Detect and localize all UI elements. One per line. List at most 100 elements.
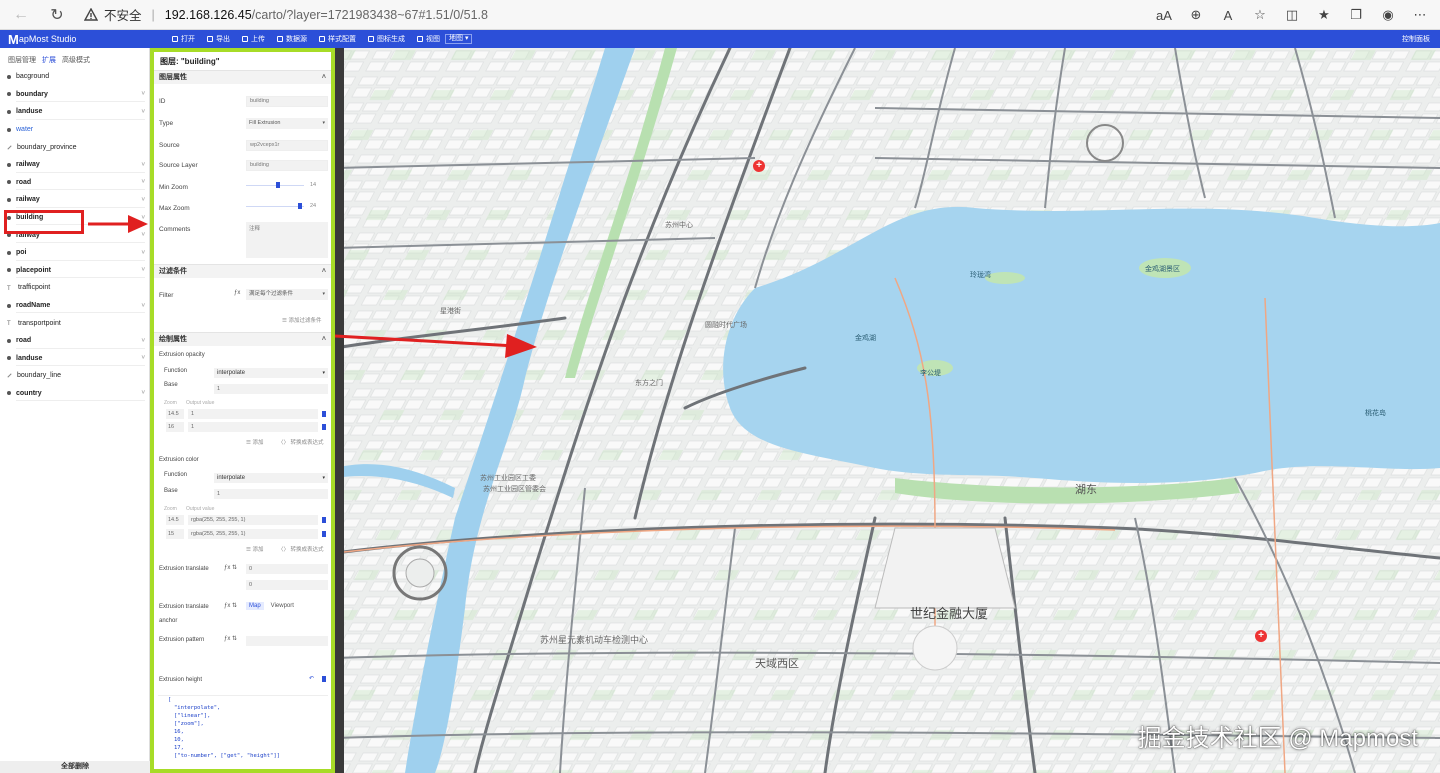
opacity-base-input[interactable]: 1 <box>214 384 328 394</box>
comments-textarea[interactable]: 注释 <box>246 222 328 258</box>
collections-icon[interactable]: ❐ <box>1342 2 1370 28</box>
filter-select[interactable]: 满足每个过滤条件 ▾ <box>246 289 328 300</box>
min-zoom-slider[interactable] <box>246 185 304 186</box>
trash-icon[interactable] <box>322 531 326 537</box>
layer-item[interactable]: water <box>0 121 149 139</box>
anchor-viewport-button[interactable]: Viewport <box>268 602 297 610</box>
layer-item[interactable]: roadName ˅ <box>0 297 149 315</box>
section-filter[interactable]: 过滤条件 ˄ <box>154 264 331 278</box>
layer-item[interactable]: boundary_line <box>0 367 149 385</box>
tab-layer-management[interactable]: 图层管理 <box>8 55 36 66</box>
panel-divider[interactable] <box>335 48 344 773</box>
layer-item[interactable]: boundary ˅ <box>0 86 149 104</box>
delete-all-button[interactable]: 全部删除 <box>0 761 150 773</box>
anchor-map-button[interactable]: Map <box>246 602 264 610</box>
favorites-bar-icon[interactable]: ★ <box>1310 2 1338 28</box>
chevron-down-icon[interactable]: ˅ <box>141 338 145 344</box>
chevron-down-icon[interactable]: ˅ <box>141 250 145 256</box>
layer-item[interactable]: placepoint ˅ <box>0 262 149 280</box>
layer-item[interactable]: landuse ˅ <box>0 103 149 121</box>
red-arrow-icon <box>335 334 537 358</box>
add-stop-button[interactable]: ☰ 添加 <box>246 545 263 553</box>
menu-open[interactable]: 打开 <box>172 34 195 44</box>
color-base-input[interactable]: 1 <box>214 489 328 499</box>
pattern-input[interactable] <box>246 636 328 646</box>
chevron-down-icon[interactable]: ˅ <box>141 162 145 168</box>
chevron-down-icon[interactable]: ˅ <box>141 179 145 185</box>
menu-view[interactable]: 视图 地图 ▾ <box>417 34 473 44</box>
favorite-icon[interactable]: ☆ <box>1246 2 1274 28</box>
map-canvas[interactable]: 苏州工业园区工委 苏州工业园区管委会 世纪金融大厦 天域西区 苏州星元素机动车检… <box>335 48 1440 773</box>
chevron-down-icon[interactable]: ˅ <box>141 197 145 203</box>
tab-advanced[interactable]: 高级模式 <box>62 55 90 66</box>
source-layer-input[interactable]: building <box>246 160 328 171</box>
menu-style-config[interactable]: 样式配置 <box>319 34 356 44</box>
layer-item[interactable]: bacground <box>0 68 149 86</box>
font-icon[interactable]: A <box>1214 2 1242 28</box>
hospital-icon[interactable]: + <box>753 160 765 172</box>
chevron-down-icon[interactable]: ˅ <box>141 303 145 309</box>
layer-label: road <box>16 178 32 186</box>
tab-extension[interactable]: 扩展 <box>42 55 56 66</box>
section-layer-props[interactable]: 图层属性 ˄ <box>154 70 331 84</box>
zoom-icon[interactable]: ⊕ <box>1182 2 1210 28</box>
to-expression-button[interactable]: 〈〉 转换成表达式 <box>278 545 324 553</box>
control-panel-link[interactable]: 控制面板 <box>1402 34 1430 44</box>
max-zoom-knob[interactable] <box>298 203 302 209</box>
color-function-select[interactable]: interpolate ▾ <box>214 473 328 483</box>
hospital-icon[interactable]: + <box>1255 630 1267 642</box>
chevron-down-icon[interactable]: ˅ <box>141 267 145 273</box>
menu-datasource[interactable]: 数据源 <box>277 34 307 44</box>
read-aloud-icon[interactable]: aA <box>1150 2 1178 28</box>
translate-x-input[interactable]: 0 <box>246 564 328 574</box>
browser-toolbar: ← ↻ 不安全 | 192.168.126.45/carto/?layer=17… <box>0 0 1440 30</box>
layer-item[interactable]: Ttrafficpoint <box>0 279 149 297</box>
type-select[interactable]: Fill Extrusion ▾ <box>246 118 328 129</box>
layer-item[interactable]: road ˅ <box>0 332 149 350</box>
add-filter-button[interactable]: ☰ 添加过滤条件 <box>282 316 321 324</box>
extensions-icon[interactable]: ◉ <box>1374 2 1402 28</box>
layer-item[interactable]: railway ˅ <box>0 191 149 209</box>
max-zoom-slider[interactable] <box>246 206 304 207</box>
section-paint[interactable]: 绘制属性 ˄ <box>154 332 331 346</box>
opacity-function-select[interactable]: interpolate ▾ <box>214 368 328 378</box>
menu-icon-generator[interactable]: 图标生成 <box>368 34 405 44</box>
menu-export[interactable]: 导出 <box>207 34 230 44</box>
layer-item[interactable]: railway ˅ <box>0 156 149 174</box>
id-input[interactable]: building <box>246 96 328 107</box>
split-view-icon[interactable]: ◫ <box>1278 2 1306 28</box>
function-icon[interactable]: ƒx <box>234 290 240 296</box>
layer-item[interactable]: poi ˅ <box>0 244 149 262</box>
source-input[interactable]: wp2vcepx1r <box>246 140 328 151</box>
chevron-down-icon[interactable]: ˅ <box>141 390 145 396</box>
anchor-toggle: Map Viewport <box>246 602 297 610</box>
translate-y-input[interactable]: 0 <box>246 580 328 590</box>
chevron-down-icon[interactable]: ˅ <box>141 109 145 115</box>
layer-item[interactable]: Ttransportpoint <box>0 314 149 332</box>
trash-icon[interactable] <box>322 676 326 682</box>
function-icon[interactable]: ƒx ⇅ <box>224 564 237 571</box>
chevron-down-icon[interactable]: ˅ <box>141 355 145 361</box>
function-icon[interactable]: ƒx ⇅ <box>224 635 237 642</box>
view-select[interactable]: 地图 ▾ <box>445 34 473 44</box>
undo-icon[interactable]: ↶ <box>309 675 314 682</box>
back-button[interactable]: ← <box>8 2 34 28</box>
add-stop-button[interactable]: ☰ 添加 <box>246 438 263 446</box>
layer-item[interactable]: boundary_province <box>0 138 149 156</box>
function-icon[interactable]: ƒx ⇅ <box>224 602 237 609</box>
menu-upload[interactable]: 上传 <box>242 34 265 44</box>
layer-item[interactable]: landuse ˅ <box>0 350 149 368</box>
height-code-editor[interactable]: [ "interpolate", ["linear"], ["zoom"], 1… <box>158 695 328 769</box>
image-icon <box>368 36 374 42</box>
reload-button[interactable]: ↻ <box>44 2 70 28</box>
chevron-down-icon[interactable]: ˅ <box>141 91 145 97</box>
to-expression-button[interactable]: 〈〉 转换成表达式 <box>278 438 324 446</box>
more-menu-icon[interactable]: ⋯ <box>1406 2 1434 28</box>
layer-item[interactable]: road ˅ <box>0 174 149 192</box>
trash-icon[interactable] <box>322 517 326 523</box>
trash-icon[interactable] <box>322 411 326 417</box>
address-bar[interactable]: 不安全 | 192.168.126.45/carto/?layer=172198… <box>84 0 488 30</box>
min-zoom-knob[interactable] <box>276 182 280 188</box>
layer-item[interactable]: country ˅ <box>0 385 149 403</box>
trash-icon[interactable] <box>322 424 326 430</box>
